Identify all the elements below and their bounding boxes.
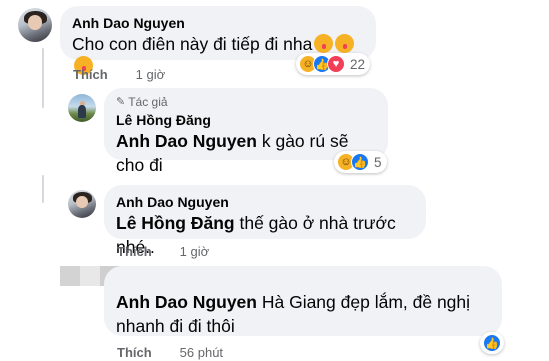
kiss-emoji-icon [314, 34, 334, 53]
comment-timestamp[interactable]: 56 phút [180, 345, 223, 360]
pen-icon: ✎ [116, 96, 126, 108]
like-button[interactable]: Thích [117, 345, 152, 360]
reaction-count: 5 [374, 154, 382, 170]
comment-author[interactable]: Lê Hồng Đăng [116, 111, 376, 129]
comment-bubble: Anh Dao Nguyen Lê Hồng Đăng thế gào ở nh… [104, 185, 426, 257]
thread-line [42, 48, 44, 108]
comment-meta: Thích 56 phút [117, 345, 223, 360]
author-badge: ✎ Tác giả [116, 95, 168, 109]
comment-text: Cho con điên này đi tiếp đi nha [72, 34, 313, 54]
avatar[interactable] [68, 190, 96, 218]
comment-bubble: Anh Dao Nguyen Hà Giang đẹp lắm, đề nghị… [104, 266, 502, 336]
like-button[interactable]: Thích [117, 244, 152, 259]
mention-link[interactable]: Anh Dao Nguyen [116, 292, 257, 312]
avatar[interactable] [18, 8, 52, 42]
thread-line [42, 175, 44, 203]
comment-meta: Thích 1 giờ [73, 67, 165, 82]
reaction-summary[interactable]: ☺ 👍 5 [334, 151, 387, 173]
comment-author[interactable]: Anh Dao Nguyen [72, 14, 364, 32]
comment-meta: Thích 1 giờ [117, 244, 209, 259]
avatar[interactable] [68, 94, 96, 122]
comment-timestamp[interactable]: 1 giờ [136, 67, 166, 82]
like-reaction-icon: 👍 [351, 153, 369, 171]
like-button[interactable]: Thích [73, 67, 108, 82]
reaction-summary[interactable]: 👍 [480, 332, 504, 354]
comment-author[interactable]: Anh Dao Nguyen [116, 193, 414, 211]
reaction-summary[interactable]: ☺ 👍 ♥ 22 [296, 53, 371, 75]
mention-link[interactable]: Lê Hồng Đăng [116, 213, 235, 233]
comment-timestamp[interactable]: 1 giờ [180, 244, 210, 259]
love-reaction-icon: ♥ [327, 55, 345, 73]
comment-bubble: ✎ Tác giả Lê Hồng Đăng Anh Dao Nguyen k … [104, 88, 388, 175]
like-reaction-icon: 👍 [483, 334, 501, 352]
mention-link[interactable]: Anh Dao Nguyen [116, 131, 257, 151]
reaction-count: 22 [350, 56, 366, 72]
kiss-emoji-icon [335, 34, 355, 53]
comment-bubble: Anh Dao Nguyen Cho con điên này đi tiếp … [60, 6, 376, 75]
